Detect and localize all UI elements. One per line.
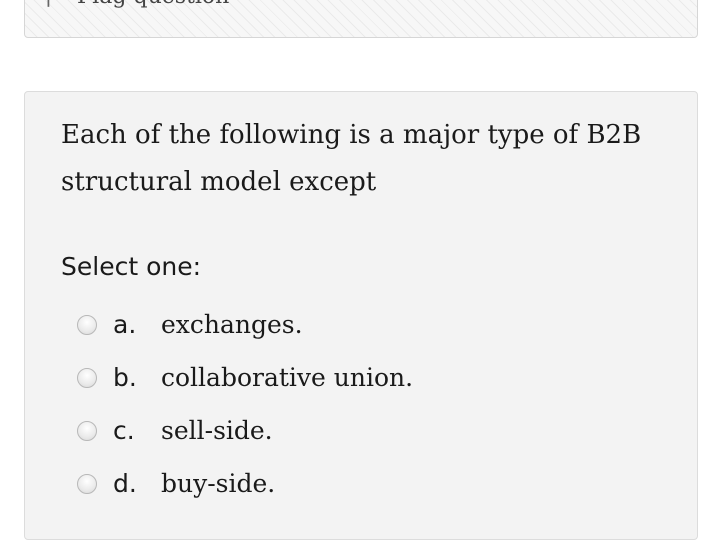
option-letter: d. <box>113 469 137 498</box>
option-b[interactable]: b. collaborative union. <box>77 351 413 404</box>
option-c[interactable]: c. sell-side. <box>77 404 413 457</box>
select-one-label: Select one: <box>61 252 202 281</box>
flag-icon[interactable] <box>43 0 69 9</box>
question-card: Each of the following is a major type of… <box>24 91 698 540</box>
question-text: Each of the following is a major type of… <box>61 120 642 197</box>
option-text[interactable]: collaborative union. <box>161 363 413 392</box>
option-letter: a. <box>113 310 137 339</box>
radio-button-d[interactable] <box>77 473 97 494</box>
radio-button-c[interactable] <box>77 420 97 441</box>
flag-question-link[interactable]: Flag question <box>43 0 229 9</box>
radio-button-b[interactable] <box>77 367 97 388</box>
flag-question-label[interactable]: Flag question <box>77 0 229 9</box>
option-letter: b. <box>113 363 137 392</box>
option-text[interactable]: exchanges. <box>161 310 303 339</box>
answer-options: a. exchanges. b. collaborative union. c.… <box>77 298 413 510</box>
question-info-box: Flag question <box>24 0 698 38</box>
option-text[interactable]: sell-side. <box>161 416 273 445</box>
option-a[interactable]: a. exchanges. <box>77 298 413 351</box>
option-d[interactable]: d. buy-side. <box>77 457 413 510</box>
option-text[interactable]: buy-side. <box>161 469 275 498</box>
option-letter: c. <box>113 416 135 445</box>
radio-button-a[interactable] <box>77 314 97 335</box>
